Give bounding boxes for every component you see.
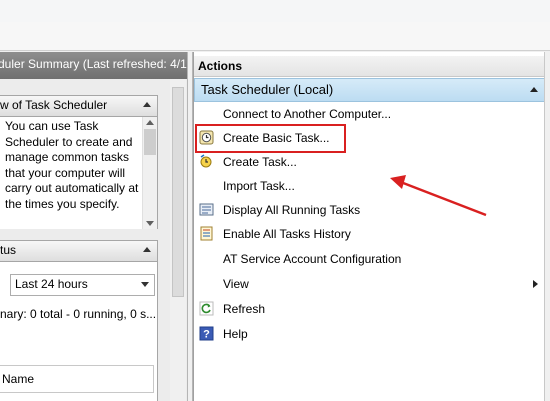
action-connect-another-computer[interactable]: Connect to Another Computer...	[194, 103, 546, 125]
summary-pane: duler Summary (Last refreshed: 4/14 w of…	[0, 52, 187, 401]
collapse-arrow-icon[interactable]	[143, 102, 151, 107]
running-tasks-icon	[199, 203, 214, 216]
status-summary-line: nary: 0 total - 0 running, 0 s...	[0, 307, 157, 321]
status-section-header[interactable]: tus	[0, 240, 158, 262]
action-label: Refresh	[223, 302, 266, 316]
action-help[interactable]: ? Help	[194, 323, 546, 345]
overview-section-header[interactable]: w of Task Scheduler	[0, 95, 158, 117]
chevron-down-icon[interactable]	[141, 282, 149, 287]
period-select[interactable]: Last 24 hours	[10, 274, 155, 296]
action-import-task[interactable]: Import Task...	[194, 175, 546, 197]
action-create-task[interactable]: Create Task...	[194, 151, 546, 173]
window-toolbar-strip	[0, 0, 550, 23]
task-scheduler-local-group[interactable]: Task Scheduler (Local)	[194, 78, 546, 102]
action-label: Help	[223, 327, 248, 341]
create-task-icon	[200, 154, 212, 168]
console-tree-toolbar	[0, 22, 550, 51]
action-enable-tasks-history[interactable]: Enable All Tasks History	[194, 223, 546, 245]
action-view-submenu[interactable]: View	[194, 273, 546, 295]
actions-pane-title: Actions	[194, 56, 550, 77]
overview-text: You can use Task Scheduler to create and…	[5, 119, 139, 211]
task-history-icon	[200, 226, 213, 241]
status-body: Last 24 hours nary: 0 total - 0 running,…	[0, 262, 158, 401]
scroll-down-arrow-icon[interactable]	[146, 221, 154, 226]
collapse-arrow-icon[interactable]	[143, 247, 151, 252]
right-scrollbar-edge	[544, 52, 550, 401]
summary-vertical-scrollbar[interactable]	[170, 79, 186, 401]
action-label: Display All Running Tasks	[223, 203, 361, 217]
overview-section-title: w of Task Scheduler	[0, 98, 108, 112]
group-label: Task Scheduler (Local)	[201, 82, 334, 97]
action-display-running-tasks[interactable]: Display All Running Tasks	[194, 199, 546, 221]
action-label: Enable All Tasks History	[223, 227, 351, 241]
action-label: AT Service Account Configuration	[223, 252, 402, 266]
action-at-service-account[interactable]: AT Service Account Configuration	[194, 248, 546, 270]
name-column-header[interactable]: Name	[0, 365, 154, 393]
help-icon: ?	[199, 326, 214, 341]
action-label: Connect to Another Computer...	[223, 107, 392, 121]
period-select-value: Last 24 hours	[15, 277, 88, 291]
overview-scrollbar[interactable]	[142, 117, 157, 229]
status-section-title: tus	[0, 243, 17, 257]
collapse-arrow-icon[interactable]	[530, 87, 538, 92]
highlight-rectangle	[195, 124, 346, 153]
summary-scroll-area: w of Task Scheduler You can use Task Sch…	[0, 79, 187, 401]
action-label: Create Task...	[223, 155, 297, 169]
actions-pane: Actions Task Scheduler (Local) Connect t…	[193, 52, 550, 401]
overview-scroll-thumb[interactable]	[144, 129, 156, 155]
summary-scroll-thumb[interactable]	[172, 87, 184, 297]
actions-title-text: Actions	[198, 59, 243, 73]
action-refresh[interactable]: Refresh	[194, 298, 546, 320]
chevron-right-icon	[533, 280, 538, 288]
annotation-arrow-icon	[390, 175, 487, 217]
summary-header: duler Summary (Last refreshed: 4/14	[0, 52, 187, 79]
name-column-label: Name	[2, 372, 35, 386]
svg-text:?: ?	[203, 329, 210, 341]
action-label: View	[223, 277, 249, 291]
summary-header-text: duler Summary (Last refreshed: 4/14	[0, 57, 187, 71]
action-label: Import Task...	[223, 179, 295, 193]
scroll-up-arrow-icon[interactable]	[146, 120, 154, 125]
overview-text-box: You can use Task Scheduler to create and…	[0, 117, 158, 229]
refresh-icon	[199, 301, 214, 316]
